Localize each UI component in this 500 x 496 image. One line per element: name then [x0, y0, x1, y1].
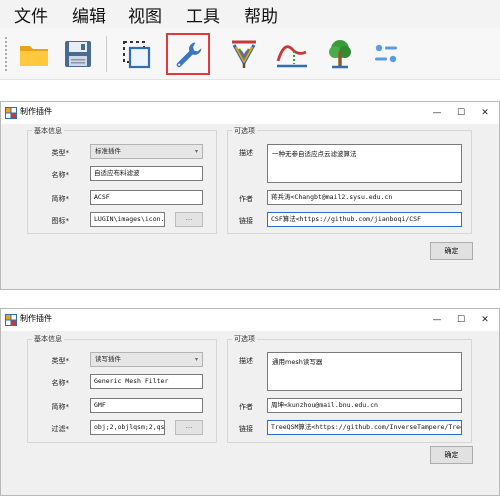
- menu-edit[interactable]: 编辑: [72, 2, 106, 27]
- basic-info-group-title: 基本信息: [32, 334, 64, 344]
- tree-icon: [329, 40, 351, 69]
- link-label: 链接: [239, 217, 253, 225]
- ok-button[interactable]: 确定: [430, 242, 473, 260]
- open-folder-button[interactable]: [12, 33, 56, 75]
- curve-chart-icon: [276, 45, 307, 68]
- optional-group-title: 可选项: [232, 334, 257, 344]
- close-button[interactable]: ✕: [473, 311, 497, 329]
- filter-input[interactable]: obj;2,objlqsm;2,qsm: [90, 420, 165, 435]
- make-plugin-dialog-standard: 制作插件 — ☐ ✕ 基本信息 类型* 标准插件 ▾ 名称* 自适应布料滤波 简…: [0, 101, 500, 290]
- name-input[interactable]: 自适应布料滤波: [90, 166, 203, 181]
- toolbar: [0, 28, 500, 80]
- chevron-down-icon: ▾: [194, 148, 198, 155]
- dialog-title: 制作插件: [20, 107, 52, 116]
- menu-view[interactable]: 视图: [128, 2, 162, 27]
- toggle-list-icon: [375, 44, 397, 63]
- description-textarea[interactable]: 一种无参自适应点云滤波算法: [267, 144, 462, 183]
- menu-help[interactable]: 帮助: [244, 2, 278, 27]
- description-label: 描述: [239, 149, 253, 157]
- minimize-button[interactable]: —: [425, 104, 449, 122]
- browse-filter-button[interactable]: ...: [175, 420, 203, 435]
- description-label: 描述: [239, 357, 253, 365]
- toolbar-grip[interactable]: [4, 36, 8, 72]
- close-button[interactable]: ✕: [473, 104, 497, 122]
- minimize-button[interactable]: —: [425, 311, 449, 329]
- author-input[interactable]: 蒋兵涛<Changbt@mail2.sysu.edu.cn: [267, 190, 462, 205]
- menu-file[interactable]: 文件: [14, 2, 48, 27]
- link-input[interactable]: TreeQSM算法<https://github.com/InverseTamp…: [267, 420, 462, 435]
- short-name-label: 简称*: [51, 403, 70, 411]
- basic-info-group-title: 基本信息: [32, 126, 64, 136]
- link-input[interactable]: CSF算法<https://github.com/jianboqi/CSF: [267, 212, 462, 227]
- dialog-title: 制作插件: [20, 314, 52, 323]
- make-plugin-button[interactable]: [166, 33, 210, 75]
- minimize-icon: —: [432, 315, 442, 325]
- minimize-icon: —: [432, 108, 442, 118]
- short-name-label: 简称*: [51, 195, 70, 203]
- chevron-down-icon: ▾: [194, 356, 198, 363]
- author-label: 作者: [239, 403, 253, 411]
- toolbar-separator: [106, 36, 107, 72]
- wrench-icon: [176, 42, 202, 68]
- dashed-selection-icon: [123, 41, 151, 69]
- settings-list-button[interactable]: [364, 33, 408, 75]
- name-input[interactable]: Generic Mesh Filter: [90, 374, 203, 389]
- dialog-title-bar: 制作插件 — ☐ ✕: [1, 309, 499, 331]
- close-icon: ✕: [481, 108, 489, 118]
- tree-filter-button[interactable]: [222, 33, 266, 75]
- folder-icon: [20, 46, 48, 66]
- close-icon: ✕: [481, 315, 489, 325]
- type-select[interactable]: 标准插件 ▾: [90, 144, 203, 159]
- type-label: 类型*: [51, 149, 70, 157]
- make-plugin-dialog-io: 制作插件 — ☐ ✕ 基本信息 类型* 读写插件 ▾ 名称* Generic M…: [0, 308, 500, 496]
- multicolor-tree-filter-icon: [232, 40, 256, 68]
- short-name-input[interactable]: ACSF: [90, 190, 203, 205]
- short-name-input[interactable]: GMF: [90, 398, 203, 413]
- app-icon: [5, 314, 17, 326]
- maximize-icon: ☐: [456, 315, 466, 325]
- type-label: 类型*: [51, 357, 70, 365]
- author-input[interactable]: 周坤<kunzhou@mail.bnu.edu.cn: [267, 398, 462, 413]
- browse-icon-button[interactable]: ...: [175, 212, 203, 227]
- maximize-button[interactable]: ☐: [449, 311, 473, 329]
- app-icon: [5, 107, 17, 119]
- optional-group-title: 可选项: [232, 126, 257, 136]
- maximize-button[interactable]: ☐: [449, 104, 473, 122]
- icon-label: 图标*: [51, 217, 70, 225]
- name-label: 名称*: [51, 171, 70, 179]
- maximize-icon: ☐: [456, 108, 466, 118]
- author-label: 作者: [239, 195, 253, 203]
- link-label: 链接: [239, 425, 253, 433]
- name-label: 名称*: [51, 379, 70, 387]
- description-textarea[interactable]: 通用mesh读写器: [267, 352, 462, 391]
- curve-tool-button[interactable]: [270, 33, 314, 75]
- menu-bar: 文件 编辑 视图 工具 帮助: [0, 0, 500, 28]
- type-select-value: 读写插件: [95, 355, 121, 363]
- menu-tools[interactable]: 工具: [186, 2, 220, 27]
- filter-label: 过滤*: [51, 425, 70, 433]
- floppy-disk-icon: [65, 41, 91, 67]
- type-select-value: 标准插件: [95, 147, 121, 155]
- select-region-button[interactable]: [114, 33, 158, 75]
- icon-path-input[interactable]: LUGIN\images\icon.png: [90, 212, 165, 227]
- save-button[interactable]: [56, 33, 100, 75]
- type-select[interactable]: 读写插件 ▾: [90, 352, 203, 367]
- ok-button[interactable]: 确定: [430, 446, 473, 464]
- tree-segment-button[interactable]: [318, 33, 362, 75]
- dialog-title-bar: 制作插件 — ☐ ✕: [1, 102, 499, 124]
